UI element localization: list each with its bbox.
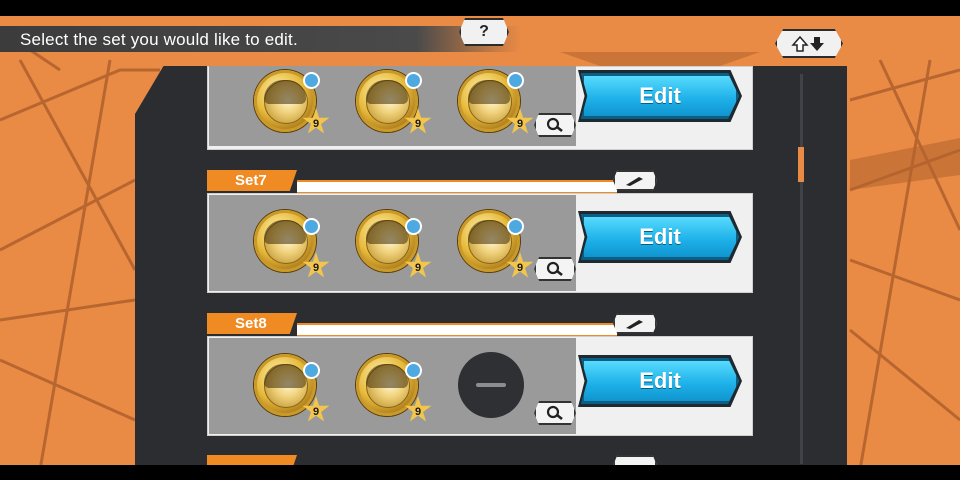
set-header-partial — [207, 455, 659, 465]
edit-button[interactable]: Edit — [581, 73, 739, 119]
set-header: Set7 — [207, 170, 659, 193]
set-name: Set7 — [207, 170, 297, 191]
pencil-icon — [626, 176, 643, 186]
rank-badge-icon — [303, 72, 320, 89]
sort-order-button[interactable] — [775, 29, 843, 58]
rank-badge-icon — [405, 362, 422, 379]
rename-set-button[interactable] — [613, 455, 657, 465]
set-header: Set8 — [207, 313, 659, 336]
magnifier-icon — [546, 117, 563, 133]
magnifier-icon — [546, 261, 563, 277]
rank-badge-icon — [507, 218, 524, 235]
view-details-button[interactable] — [534, 401, 576, 425]
pencil-icon — [626, 319, 643, 329]
view-details-button[interactable] — [534, 257, 576, 281]
scrollbar-track[interactable] — [800, 74, 803, 464]
magnifier-icon — [546, 405, 563, 421]
edit-button[interactable]: Edit — [581, 358, 739, 404]
empty-medal-slot[interactable] — [458, 352, 524, 418]
help-button[interactable]: ? — [459, 18, 509, 46]
set-name: Set8 — [207, 313, 297, 334]
instruction-text: Select the set you would like to edit. — [20, 30, 298, 49]
rank-badge-icon — [303, 218, 320, 235]
view-details-button[interactable] — [534, 113, 576, 137]
rename-set-button[interactable] — [613, 313, 657, 334]
sort-arrows-icon — [791, 35, 824, 52]
rank-badge-icon — [405, 218, 422, 235]
minus-icon — [476, 383, 506, 387]
rank-badge-icon — [405, 72, 422, 89]
top-black-bar — [0, 0, 960, 16]
rank-badge-icon — [303, 362, 320, 379]
scrollbar-thumb[interactable] — [798, 147, 804, 182]
bottom-black-bar — [0, 465, 960, 480]
rename-set-button[interactable] — [613, 170, 657, 191]
rank-badge-icon — [507, 72, 524, 89]
edit-button[interactable]: Edit — [581, 214, 739, 260]
help-label: ? — [479, 23, 489, 40]
